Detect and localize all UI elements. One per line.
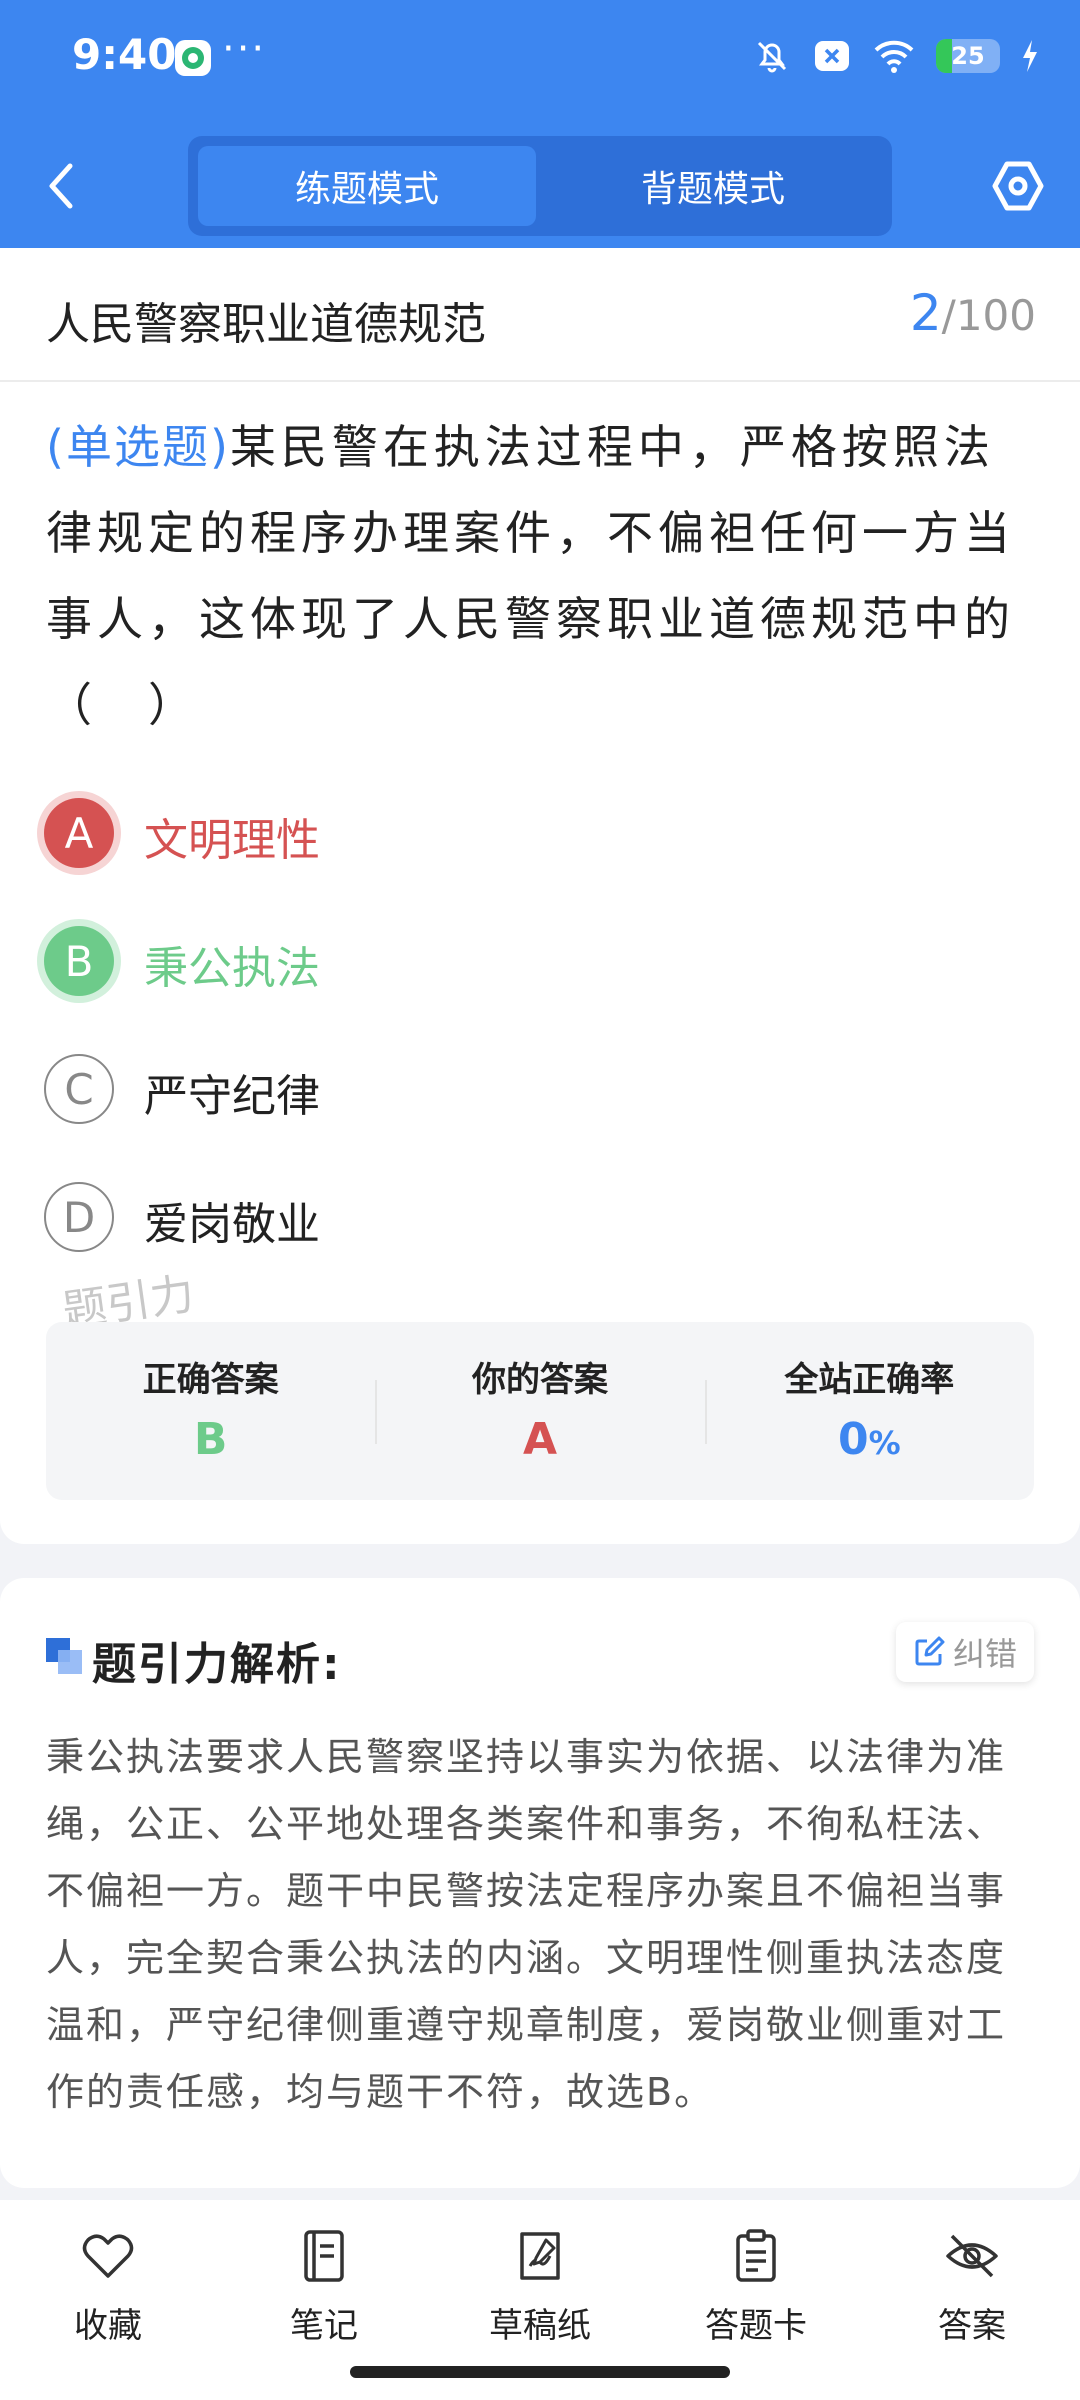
mode-switch: 练题模式 背题模式 xyxy=(188,136,892,236)
tab-label: 收藏 xyxy=(74,2306,142,2346)
analysis-card: 题引力解析: 纠错 秉公执法要求人民警察坚持以事实为依据、以法律为准绳，公正、公… xyxy=(0,1578,1080,2188)
option-text: 文明理性 xyxy=(144,815,320,866)
total-questions: /100 xyxy=(941,291,1036,340)
tab-label: 笔记 xyxy=(290,2306,358,2346)
correct-answer-value: B xyxy=(193,1414,228,1465)
answer-card-button[interactable]: 答题卡 xyxy=(676,2226,836,2347)
heart-icon xyxy=(82,2234,134,2278)
current-question-number: 2 xyxy=(909,284,942,342)
your-answer-value: A xyxy=(522,1414,558,1465)
notification-x-icon xyxy=(815,41,849,71)
option-c[interactable]: C 严守纪律 xyxy=(44,1050,744,1130)
stat-label: 正确答案 xyxy=(142,1360,279,1400)
chapter-title: 人民警察职业道德规范 xyxy=(46,299,486,350)
question-card: 人民警察职业道德规范 2/100 (单选题)某民警在执法过程中，严格按照法律规定… xyxy=(0,248,1080,1544)
option-letter: C xyxy=(44,1054,114,1124)
tab-label: 草稿纸 xyxy=(489,2306,591,2346)
option-b[interactable]: B 秉公执法 xyxy=(44,922,744,1002)
question-stem: (单选题)某民警在执法过程中，严格按照法律规定的程序办理案件，不偏袒任何一方当事… xyxy=(46,404,1036,748)
eye-off-icon xyxy=(946,2234,998,2278)
option-text: 严守纪律 xyxy=(144,1071,320,1122)
stat-label: 你的答案 xyxy=(471,1360,608,1400)
rate-unit: % xyxy=(868,1424,901,1462)
battery-icon: 25 xyxy=(936,39,1000,73)
stat-your-answer: 你的答案 A xyxy=(375,1322,704,1500)
battery-level: 25 xyxy=(951,42,985,70)
analysis-text: 秉公执法要求人民警察坚持以事实为依据、以法律为准绳，公正、公平地处理各类案件和事… xyxy=(46,1735,1007,2114)
report-error-label: 纠错 xyxy=(952,1635,1017,1673)
analysis-title: 题引力解析: xyxy=(92,1639,342,1690)
charging-icon xyxy=(1023,40,1037,72)
question-counter: 2/100 xyxy=(910,284,1036,342)
header: 9:40 ··· 25 练题模式 背题模式 xyxy=(0,0,1080,248)
tab-memorize-mode[interactable]: 背题模式 xyxy=(544,146,882,226)
status-icons: 25 xyxy=(752,36,1040,76)
notes-button[interactable]: 笔记 xyxy=(244,2226,404,2347)
show-answer-button[interactable]: 答案 xyxy=(892,2226,1052,2347)
rate-number: 0 xyxy=(837,1414,869,1465)
status-bar: 9:40 ··· 25 xyxy=(0,0,1080,120)
notebook-icon xyxy=(304,2230,344,2282)
option-letter: D xyxy=(44,1182,114,1252)
battery-fill xyxy=(936,39,952,73)
stat-correct-answer: 正确答案 B xyxy=(46,1322,375,1500)
edit-icon xyxy=(915,1636,945,1666)
back-button[interactable] xyxy=(42,158,82,214)
option-d[interactable]: D 爱岗敬业 xyxy=(44,1178,744,1258)
option-letter: A xyxy=(44,798,114,868)
bell-off-icon xyxy=(757,41,787,73)
stat-accuracy-rate: 全站正确率 0% xyxy=(704,1322,1034,1500)
status-time: 9:40 xyxy=(72,30,177,79)
home-indicator xyxy=(350,2366,730,2378)
settings-hexagon-icon[interactable] xyxy=(990,158,1046,214)
status-more-dots: ··· xyxy=(222,26,267,72)
stat-label: 全站正确率 xyxy=(784,1360,955,1400)
question-type: (单选题) xyxy=(46,420,230,474)
report-error-button[interactable]: 纠错 xyxy=(896,1622,1034,1682)
favorite-button[interactable]: 收藏 xyxy=(28,2226,188,2347)
analysis-square-icon xyxy=(46,1638,82,1674)
draft-paper-icon xyxy=(520,2232,560,2280)
accuracy-rate-value: 0% xyxy=(705,1414,1034,1465)
tab-label: 答案 xyxy=(938,2306,1006,2346)
option-text: 秉公执法 xyxy=(144,943,320,994)
option-text: 爱岗敬业 xyxy=(144,1199,320,1250)
answer-stats: 正确答案 B 你的答案 A 全站正确率 0% xyxy=(46,1322,1034,1500)
draft-paper-button[interactable]: 草稿纸 xyxy=(460,2226,620,2347)
option-letter: B xyxy=(44,926,114,996)
app-icon xyxy=(175,40,211,76)
wifi-icon xyxy=(874,40,914,73)
answer-card-icon xyxy=(736,2229,776,2282)
tab-practice-mode[interactable]: 练题模式 xyxy=(198,146,536,226)
tab-label: 答题卡 xyxy=(705,2306,807,2346)
chapter-header: 人民警察职业道德规范 2/100 xyxy=(0,248,1080,382)
option-a[interactable]: A 文明理性 xyxy=(44,794,744,874)
